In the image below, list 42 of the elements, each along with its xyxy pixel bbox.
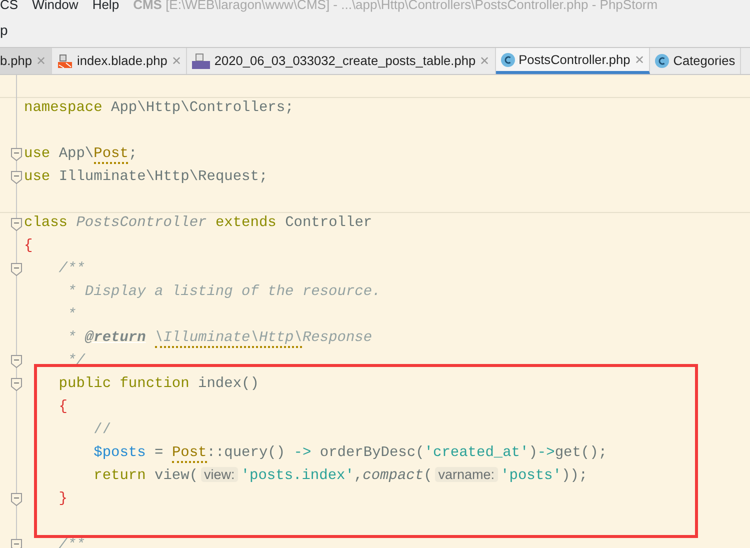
code-line: $posts = Post::query() -> orderByDesc('created_at')->get(); bbox=[92, 444, 608, 464]
tab-label: b.php bbox=[0, 52, 32, 70]
code-line: public function index() bbox=[58, 374, 259, 394]
code-line: * bbox=[66, 306, 76, 325]
tab-label: Categories bbox=[673, 52, 736, 70]
fold-icon[interactable] bbox=[11, 378, 22, 391]
editor-tab[interactable]: PostsController.php ✕ bbox=[496, 48, 650, 74]
code-line: * @return \Illuminate\Http\Response bbox=[66, 328, 372, 350]
menu-item[interactable]: CS bbox=[0, 0, 18, 14]
code-line: namespace App\Http\Controllers; bbox=[24, 99, 294, 118]
toolbar-label: p bbox=[0, 21, 8, 40]
blade-file-icon bbox=[57, 53, 74, 69]
code-line: /** bbox=[58, 536, 85, 548]
tab-label: index.blade.php bbox=[77, 52, 168, 70]
fold-icon[interactable] bbox=[11, 171, 22, 184]
code-line: use App\Post; bbox=[24, 144, 138, 166]
fold-icon[interactable] bbox=[11, 148, 22, 161]
code-line: /** bbox=[58, 260, 85, 279]
tab-label: 2020_06_03_033032_create_posts_table.php bbox=[214, 52, 476, 70]
editor-tab[interactable]: b.php ✕ bbox=[0, 48, 52, 74]
code-line: // bbox=[92, 420, 112, 440]
class-icon bbox=[500, 52, 515, 66]
tab-label: PostsController.php bbox=[518, 50, 630, 69]
editor-tab[interactable]: Categories bbox=[650, 48, 742, 74]
fold-icon[interactable] bbox=[11, 355, 22, 368]
code-line: } bbox=[58, 490, 68, 509]
parameter-hint: view: bbox=[201, 467, 238, 482]
code-line: { bbox=[24, 236, 33, 256]
php-file-icon bbox=[192, 53, 210, 69]
parameter-hint: varname: bbox=[435, 467, 498, 482]
code-line: return view( view: 'posts.index',compact( varname: 'posts')); bbox=[92, 466, 588, 486]
editor-tab[interactable]: index.blade.php ✕ bbox=[52, 48, 188, 74]
code-line: use Illuminate\Http\Request; bbox=[24, 168, 268, 187]
code-line: * Display a listing of the resource. bbox=[66, 282, 381, 302]
code-line: { bbox=[58, 398, 68, 417]
fold-icon[interactable] bbox=[11, 263, 22, 276]
code-line: class PostsController extends Controller bbox=[24, 214, 372, 234]
fold-icon[interactable] bbox=[11, 493, 22, 506]
code-line: */ bbox=[66, 352, 85, 371]
fold-icon[interactable] bbox=[11, 218, 22, 231]
editor-tab[interactable]: 2020_06_03_033032_create_posts_table.php ✕ bbox=[187, 48, 496, 74]
class-icon bbox=[655, 54, 670, 68]
